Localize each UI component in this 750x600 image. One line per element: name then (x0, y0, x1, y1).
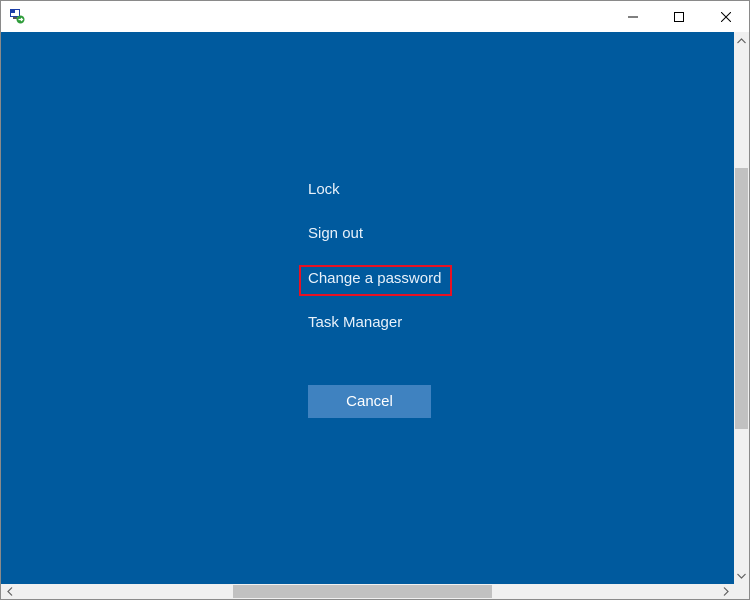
task-manager-option[interactable]: Task Manager (308, 313, 402, 333)
scroll-up-arrow[interactable] (734, 32, 749, 49)
change-password-option[interactable]: Change a password (308, 269, 441, 289)
scroll-right-arrow[interactable] (717, 584, 734, 599)
secure-desktop-panel: Lock Sign out Change a password Task Man… (1, 32, 734, 584)
maximize-button[interactable] (656, 1, 702, 32)
vertical-scroll-thumb[interactable] (735, 168, 748, 429)
close-button[interactable] (703, 1, 749, 32)
horizontal-scroll-thumb[interactable] (233, 585, 492, 598)
security-options-window: Lock Sign out Change a password Task Man… (0, 0, 750, 600)
chevron-down-icon (737, 573, 746, 579)
vertical-scrollbar[interactable] (734, 32, 749, 584)
chevron-up-icon (737, 37, 746, 43)
lock-option[interactable]: Lock (308, 180, 340, 200)
close-icon (721, 11, 731, 22)
maximize-icon (674, 11, 684, 22)
remote-desktop-app-icon (9, 8, 25, 24)
scrollbar-corner (734, 584, 749, 599)
chevron-left-icon (6, 587, 12, 596)
scroll-down-arrow[interactable] (734, 567, 749, 584)
title-bar[interactable] (1, 1, 749, 32)
minimize-button[interactable] (610, 1, 656, 32)
horizontal-scrollbar[interactable] (1, 584, 734, 599)
chevron-right-icon (723, 587, 729, 596)
cancel-button[interactable]: Cancel (308, 385, 431, 418)
scroll-left-arrow[interactable] (1, 584, 18, 599)
sign-out-option[interactable]: Sign out (308, 224, 363, 244)
minimize-icon (628, 16, 638, 17)
